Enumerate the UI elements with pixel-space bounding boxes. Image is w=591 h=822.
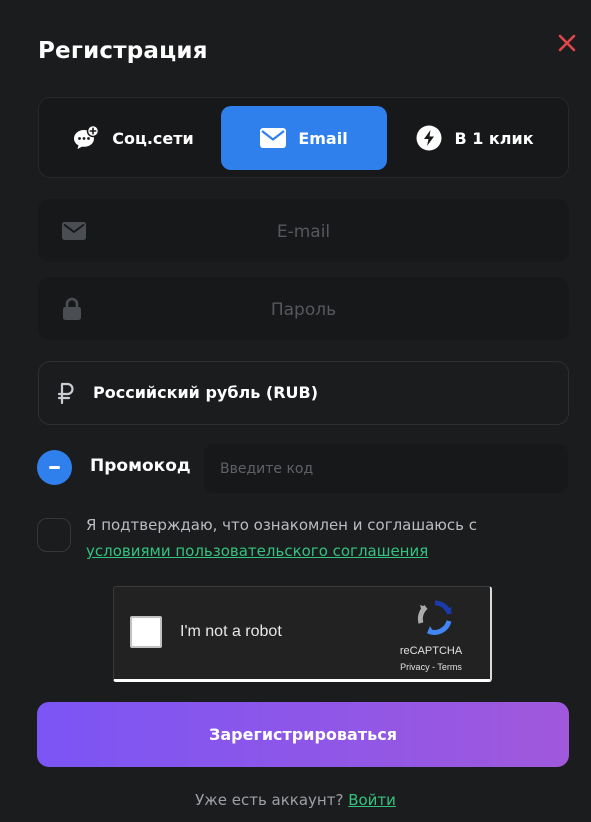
recaptcha-label: I'm not a robot — [180, 623, 282, 640]
currency-select[interactable]: Российский рубль (RUB) — [38, 361, 569, 425]
promo-toggle-button[interactable] — [37, 450, 72, 485]
close-icon — [558, 34, 576, 52]
ruble-icon — [57, 382, 74, 404]
login-question: Уже есть аккаунт? — [195, 791, 344, 809]
register-button[interactable]: Зарегистрироваться — [37, 702, 569, 767]
password-field-container — [38, 277, 569, 342]
registration-modal: Регистрация Соц.сети Email В 1 клик E-ma… — [0, 0, 591, 822]
agreement-checkbox[interactable] — [37, 518, 71, 552]
currency-value: Российский рубль (RUB) — [93, 383, 319, 402]
mail-icon — [62, 221, 86, 240]
tab-email-label: Email — [298, 128, 348, 148]
recaptcha-widget: I'm not a robot reCAPTCHA Privacy - Term… — [113, 586, 492, 682]
agreement-link[interactable]: условиями пользовательского соглашения — [86, 542, 428, 560]
chat-plus-icon — [74, 125, 100, 149]
recaptcha-checkbox[interactable] — [130, 616, 162, 648]
modal-title: Регистрация — [38, 38, 208, 64]
tab-social[interactable]: Соц.сети — [47, 106, 219, 170]
login-prompt: Уже есть аккаунт? Войти — [0, 791, 591, 809]
agreement-text: Я подтверждаю, что ознакомлен и соглашаю… — [86, 512, 526, 564]
email-field-container — [38, 199, 569, 264]
email-input[interactable] — [98, 199, 509, 264]
password-input[interactable] — [98, 277, 509, 342]
close-button[interactable] — [554, 30, 580, 56]
login-link[interactable]: Войти — [348, 791, 396, 809]
promo-code-input[interactable] — [204, 444, 568, 493]
lock-icon — [63, 297, 81, 320]
tab-social-label: Соц.сети — [112, 128, 194, 148]
tab-email[interactable]: Email — [221, 106, 387, 170]
recaptcha-privacy-link[interactable]: Privacy — [400, 662, 430, 672]
tab-one-click-label: В 1 клик — [454, 128, 534, 148]
promo-label: Промокод — [90, 456, 191, 476]
lightning-icon — [416, 125, 442, 151]
tab-one-click[interactable]: В 1 клик — [389, 106, 561, 170]
recaptcha-terms-link[interactable]: Terms — [437, 662, 462, 672]
agreement-statement: Я подтверждаю, что ознакомлен и соглашаю… — [86, 516, 478, 534]
recaptcha-links: Privacy - Terms — [382, 662, 480, 672]
mail-icon — [260, 128, 287, 148]
recaptcha-brand: reCAPTCHA — [399, 645, 463, 657]
recaptcha-logo-icon — [417, 600, 452, 635]
registration-method-tabs: Соц.сети Email В 1 клик — [38, 97, 569, 178]
